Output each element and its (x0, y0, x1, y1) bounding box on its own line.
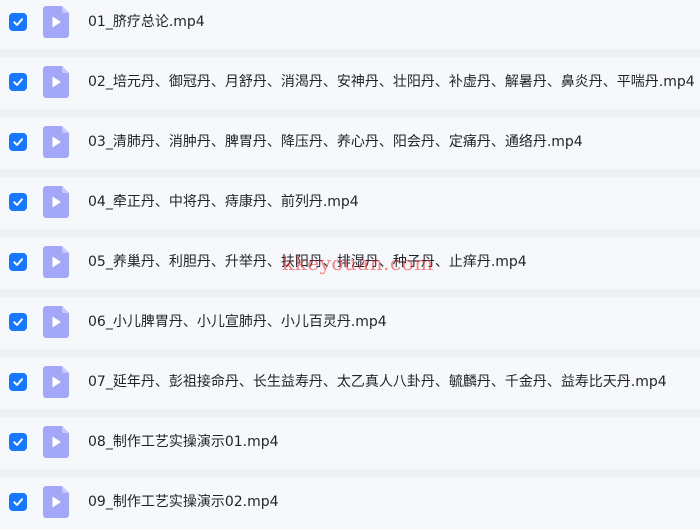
row-checkbox[interactable] (9, 193, 27, 211)
file-row[interactable]: 06_小儿脾胃丹、小儿宣肺丹、小儿百灵丹.mp4 (0, 297, 700, 349)
row-checkbox[interactable] (9, 13, 27, 31)
file-list: 01_脐疗总论.mp4 02_培元丹、御冠丹、月舒丹、消渴丹、安神丹、壮阳丹、补… (0, 0, 700, 529)
check-icon (13, 378, 23, 386)
file-name[interactable]: 07_延年丹、彭祖接命丹、长生益寿丹、太乙真人八卦丹、毓麟丹、千金丹、益寿比天丹… (88, 372, 667, 392)
check-icon (13, 258, 23, 266)
row-checkbox[interactable] (9, 313, 27, 331)
row-checkbox[interactable] (9, 253, 27, 271)
row-checkbox[interactable] (9, 433, 27, 451)
file-name[interactable]: 02_培元丹、御冠丹、月舒丹、消渴丹、安神丹、壮阳丹、补虚丹、解暑丹、鼻炎丹、平… (88, 72, 695, 92)
video-file-icon (43, 186, 69, 218)
file-name[interactable]: 08_制作工艺实操演示01.mp4 (88, 432, 279, 452)
file-row[interactable]: 08_制作工艺实操演示01.mp4 (0, 417, 700, 469)
row-checkbox[interactable] (9, 373, 27, 391)
video-file-icon (43, 486, 69, 518)
check-icon (13, 438, 23, 446)
file-name[interactable]: 01_脐疗总论.mp4 (88, 12, 205, 32)
file-row[interactable]: 01_脐疗总论.mp4 (0, 0, 700, 49)
video-file-icon (43, 66, 69, 98)
file-name[interactable]: 04_牵正丹、中将丹、痔康丹、前列丹.mp4 (88, 192, 359, 212)
check-icon (13, 498, 23, 506)
video-file-icon (43, 126, 69, 158)
check-icon (13, 78, 23, 86)
video-file-icon (43, 246, 69, 278)
row-checkbox[interactable] (9, 133, 27, 151)
file-row[interactable]: 07_延年丹、彭祖接命丹、长生益寿丹、太乙真人八卦丹、毓麟丹、千金丹、益寿比天丹… (0, 357, 700, 409)
row-checkbox[interactable] (9, 73, 27, 91)
video-file-icon (43, 366, 69, 398)
video-file-icon (43, 426, 69, 458)
file-row[interactable]: 02_培元丹、御冠丹、月舒丹、消渴丹、安神丹、壮阳丹、补虚丹、解暑丹、鼻炎丹、平… (0, 57, 700, 109)
check-icon (13, 138, 23, 146)
check-icon (13, 18, 23, 26)
file-row[interactable]: 05_养巢丹、利胆丹、升举丹、扶阳丹、排湿丹、种子丹、止痒丹.mp4 (0, 237, 700, 289)
file-name[interactable]: 06_小儿脾胃丹、小儿宣肺丹、小儿百灵丹.mp4 (88, 312, 387, 332)
check-icon (13, 318, 23, 326)
file-name[interactable]: 09_制作工艺实操演示02.mp4 (88, 492, 279, 512)
video-file-icon (43, 306, 69, 338)
file-name[interactable]: 03_清肺丹、消肿丹、脾胃丹、降压丹、养心丹、阳会丹、定痛丹、通络丹.mp4 (88, 132, 583, 152)
check-icon (13, 198, 23, 206)
file-row[interactable]: 09_制作工艺实操演示02.mp4 (0, 477, 700, 529)
video-file-icon (43, 6, 69, 38)
file-row[interactable]: 04_牵正丹、中将丹、痔康丹、前列丹.mp4 (0, 177, 700, 229)
file-name[interactable]: 05_养巢丹、利胆丹、升举丹、扶阳丹、排湿丹、种子丹、止痒丹.mp4 (88, 252, 527, 272)
row-checkbox[interactable] (9, 493, 27, 511)
file-row[interactable]: 03_清肺丹、消肿丹、脾胃丹、降压丹、养心丹、阳会丹、定痛丹、通络丹.mp4 (0, 117, 700, 169)
